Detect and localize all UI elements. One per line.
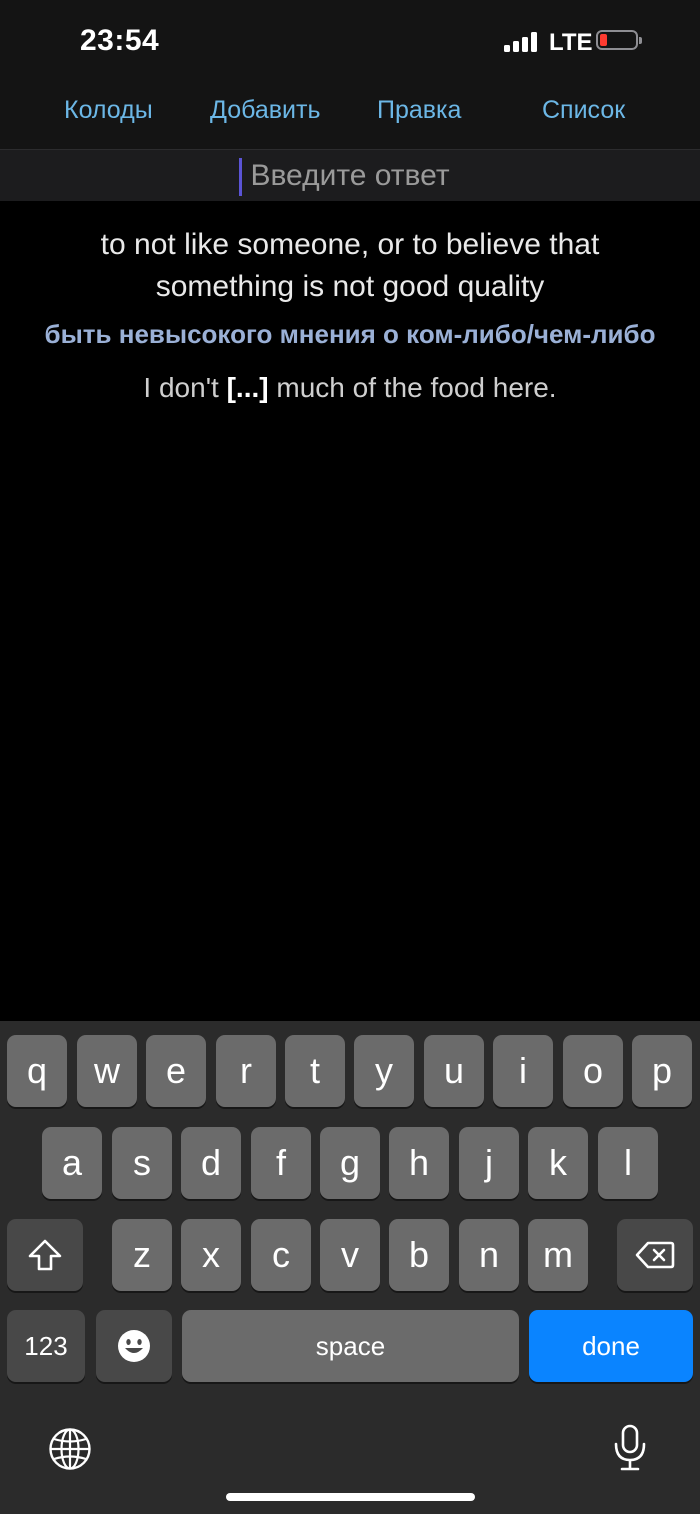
example-before: I don't [143, 372, 227, 403]
key-g[interactable]: g [320, 1127, 380, 1199]
card-example: I don't [...] much of the food here. [30, 370, 670, 406]
numbers-key[interactable]: 123 [7, 1310, 85, 1382]
answer-input[interactable] [0, 150, 700, 201]
key-j[interactable]: j [459, 1127, 519, 1199]
backspace-key[interactable] [617, 1219, 693, 1291]
key-p[interactable]: p [632, 1035, 692, 1107]
example-after: much of the food here. [268, 372, 557, 403]
key-x[interactable]: x [181, 1219, 241, 1291]
nav-add-link[interactable]: Добавить [210, 96, 321, 125]
microphone-icon[interactable] [612, 1424, 648, 1472]
key-l[interactable]: l [598, 1127, 658, 1199]
key-z[interactable]: z [112, 1219, 172, 1291]
key-r[interactable]: r [216, 1035, 276, 1107]
example-cloze: [...] [226, 372, 269, 403]
key-d[interactable]: d [181, 1127, 241, 1199]
key-m[interactable]: m [528, 1219, 588, 1291]
key-y[interactable]: y [354, 1035, 414, 1107]
top-bar [0, 0, 700, 150]
nav-list-link[interactable]: Список [542, 96, 625, 125]
status-time: 23:54 [80, 24, 160, 57]
key-o[interactable]: o [563, 1035, 623, 1107]
key-i[interactable]: i [493, 1035, 553, 1107]
battery-icon [596, 30, 642, 50]
done-key[interactable]: done [529, 1310, 693, 1382]
shift-icon [28, 1239, 62, 1271]
backspace-icon [635, 1241, 675, 1269]
key-h[interactable]: h [389, 1127, 449, 1199]
key-f[interactable]: f [251, 1127, 311, 1199]
key-e[interactable]: e [146, 1035, 206, 1107]
card-translation: быть невысокого мнения о ком-либо/чем-ли… [44, 319, 656, 349]
key-s[interactable]: s [112, 1127, 172, 1199]
nav-edit-link[interactable]: Правка [377, 96, 461, 125]
flashcard: to not like someone, or to believe that … [30, 224, 670, 406]
network-type: LTE [549, 29, 593, 56]
text-cursor [239, 158, 242, 196]
key-b[interactable]: b [389, 1219, 449, 1291]
key-k[interactable]: k [528, 1127, 588, 1199]
key-w[interactable]: w [77, 1035, 137, 1107]
space-key[interactable]: space [182, 1310, 519, 1382]
key-t[interactable]: t [285, 1035, 345, 1107]
home-indicator[interactable] [226, 1493, 475, 1501]
nav-decks-link[interactable]: Колоды [64, 96, 153, 125]
shift-key[interactable] [7, 1219, 83, 1291]
emoji-key[interactable] [96, 1310, 172, 1382]
signal-icon [504, 32, 540, 52]
key-n[interactable]: n [459, 1219, 519, 1291]
key-v[interactable]: v [320, 1219, 380, 1291]
globe-icon[interactable] [48, 1427, 92, 1471]
battery-level [600, 34, 607, 46]
key-u[interactable]: u [424, 1035, 484, 1107]
key-c[interactable]: c [251, 1219, 311, 1291]
emoji-icon [118, 1330, 150, 1362]
key-q[interactable]: q [7, 1035, 67, 1107]
card-definition: to not like someone, or to believe that … [100, 228, 600, 303]
key-a[interactable]: a [42, 1127, 102, 1199]
